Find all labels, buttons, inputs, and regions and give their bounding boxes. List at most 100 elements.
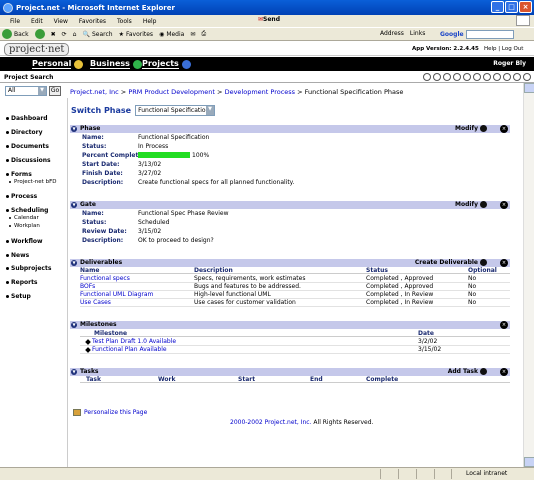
collapse-icon[interactable]: ▼ bbox=[71, 202, 77, 208]
tab-personal[interactable]: Personal bbox=[32, 59, 84, 69]
back-arrow-icon bbox=[2, 29, 12, 39]
maximize-icon[interactable]: □ bbox=[505, 1, 518, 13]
menu-help[interactable]: Help bbox=[143, 18, 157, 25]
field-label: Name: bbox=[82, 134, 104, 141]
home-button[interactable]: ⌂ bbox=[73, 31, 77, 38]
page-tool-icon[interactable] bbox=[463, 73, 471, 81]
sidebar-item-calendar[interactable]: Calendar bbox=[9, 215, 39, 221]
sidebar-item-reports[interactable]: Reports bbox=[6, 279, 38, 286]
collapse-icon[interactable]: ▼ bbox=[71, 322, 77, 328]
page-tool-icon[interactable] bbox=[433, 73, 441, 81]
close-icon[interactable]: × bbox=[500, 368, 508, 376]
vertical-scrollbar[interactable] bbox=[523, 83, 534, 467]
page-tool-icon[interactable] bbox=[503, 73, 511, 81]
personalize-link[interactable]: Personalize this Page bbox=[84, 409, 147, 416]
close-icon[interactable]: × bbox=[500, 125, 508, 133]
sidebar-item-workplan[interactable]: Workplan bbox=[9, 223, 40, 229]
menu-file[interactable]: File bbox=[10, 18, 20, 25]
menu-tools[interactable]: Tools bbox=[117, 18, 132, 25]
close-window-icon[interactable]: × bbox=[519, 1, 532, 13]
page-tool-icon[interactable] bbox=[473, 73, 481, 81]
sidebar-item-forms-sub[interactable]: Project-net bFD bbox=[9, 179, 56, 185]
close-icon[interactable]: × bbox=[500, 201, 508, 209]
google-label[interactable]: Google bbox=[440, 31, 464, 38]
project-net-logo[interactable]: project·net bbox=[4, 43, 70, 56]
security-zone: Local intranet bbox=[451, 469, 507, 479]
sidebar-item-setup[interactable]: Setup bbox=[6, 293, 31, 300]
search-scope-select[interactable]: All ▼ bbox=[5, 86, 47, 96]
page-tool-icon[interactable] bbox=[443, 73, 451, 81]
sidebar-item-directory[interactable]: Directory bbox=[6, 129, 42, 136]
close-icon[interactable]: × bbox=[500, 259, 508, 267]
menu-view[interactable]: View bbox=[54, 18, 68, 25]
print-button[interactable]: ⎙ bbox=[201, 30, 206, 38]
deliverable-link[interactable]: BOFs bbox=[80, 283, 95, 290]
collapse-icon[interactable]: ▼ bbox=[71, 260, 77, 266]
finish-date: 3/27/02 bbox=[138, 170, 162, 177]
forward-button[interactable] bbox=[34, 29, 45, 39]
page-tool-icon[interactable] bbox=[453, 73, 461, 81]
send-brand[interactable]: ✉Send bbox=[258, 16, 280, 23]
google-search-input[interactable] bbox=[465, 30, 514, 39]
scroll-down-icon[interactable] bbox=[524, 457, 534, 467]
close-icon[interactable]: × bbox=[500, 321, 508, 329]
sidebar-item-workflow[interactable]: Workflow bbox=[6, 238, 43, 245]
sidebar-item-dashboard[interactable]: Dashboard bbox=[6, 115, 48, 122]
stop-button[interactable]: ✖ bbox=[51, 31, 56, 38]
collapse-icon[interactable]: ▼ bbox=[71, 369, 77, 375]
switch-phase-label: Switch Phase bbox=[71, 106, 132, 115]
add-task-button[interactable]: Add Task bbox=[448, 368, 487, 375]
menu-favorites[interactable]: Favorites bbox=[79, 18, 106, 25]
back-button[interactable]: Back bbox=[2, 29, 29, 39]
help-link[interactable]: Help bbox=[484, 46, 497, 52]
page-tool-icon[interactable] bbox=[513, 73, 521, 81]
phase-section-header: ▼ Phase Modify × bbox=[70, 125, 510, 133]
gate-section-header: ▼ Gate Modify × bbox=[70, 201, 510, 209]
deliverable-link[interactable]: Functional specs bbox=[80, 275, 130, 282]
mail-button[interactable]: ✉ bbox=[190, 31, 195, 38]
tab-business[interactable]: Business bbox=[90, 59, 142, 69]
tab-projects[interactable]: Projects bbox=[142, 59, 191, 69]
sidebar-item-documents[interactable]: Documents bbox=[6, 143, 49, 150]
sidebar-item-news[interactable]: News bbox=[6, 252, 29, 259]
minimize-icon[interactable]: _ bbox=[491, 1, 504, 13]
scroll-up-icon[interactable] bbox=[524, 83, 534, 93]
refresh-button[interactable]: ⟳ bbox=[62, 31, 67, 38]
sidebar-item-scheduling[interactable]: Scheduling bbox=[6, 207, 48, 214]
sidebar-item-discussions[interactable]: Discussions bbox=[6, 157, 51, 164]
phase-select[interactable]: Functional Specification ▼ bbox=[135, 105, 216, 116]
media-button[interactable]: ◉ Media bbox=[159, 31, 184, 38]
tasks-section-header: ▼ Tasks Add Task × bbox=[70, 368, 510, 376]
page-tool-icon[interactable] bbox=[493, 73, 501, 81]
sidebar-item-forms[interactable]: Forms bbox=[6, 171, 32, 178]
milestone-link[interactable]: Test Plan Draft 1.0 Available bbox=[92, 338, 176, 345]
milestone-link[interactable]: Functional Plan Available bbox=[92, 346, 167, 353]
app-version: App Version: 2.2.4.45 bbox=[412, 46, 479, 52]
favorites-button[interactable]: ★ Favorites bbox=[119, 31, 154, 38]
page-tool-icon[interactable] bbox=[523, 73, 531, 81]
deliverable-link[interactable]: Functional UML Diagram bbox=[80, 291, 153, 298]
field-label: Name: bbox=[82, 210, 104, 217]
deliverable-link[interactable]: Use Cases bbox=[80, 299, 111, 306]
modify-phase-button[interactable]: Modify bbox=[455, 125, 487, 132]
address-label[interactable]: Address bbox=[380, 30, 404, 37]
create-deliverable-button[interactable]: Create Deliverable bbox=[415, 259, 487, 266]
logout-link[interactable]: Log Out bbox=[502, 46, 524, 52]
breadcrumb-link[interactable]: PRM Product Development bbox=[128, 88, 215, 96]
page-tool-icon[interactable] bbox=[483, 73, 491, 81]
breadcrumb-link[interactable]: Project.net, Inc bbox=[70, 88, 119, 96]
collapse-icon[interactable]: ▼ bbox=[71, 126, 77, 132]
page-tool-icon[interactable] bbox=[423, 73, 431, 81]
section-title: Phase bbox=[80, 125, 101, 132]
search-button[interactable]: 🔍 Search bbox=[82, 31, 112, 38]
search-go-button[interactable]: Go bbox=[49, 86, 61, 96]
field-label: Status: bbox=[82, 219, 107, 226]
breadcrumb-link[interactable]: Development Process bbox=[225, 88, 295, 96]
sidebar-item-process[interactable]: Process bbox=[6, 193, 37, 200]
sidebar-item-subprojects[interactable]: Subprojects bbox=[6, 265, 51, 272]
modify-gate-button[interactable]: Modify bbox=[455, 201, 487, 208]
menu-edit[interactable]: Edit bbox=[31, 18, 43, 25]
copyright-link[interactable]: 2000-2002 Project.net, Inc. bbox=[230, 419, 312, 426]
links-label[interactable]: Links bbox=[410, 30, 425, 37]
page-tool-row: Project Search bbox=[0, 71, 534, 83]
